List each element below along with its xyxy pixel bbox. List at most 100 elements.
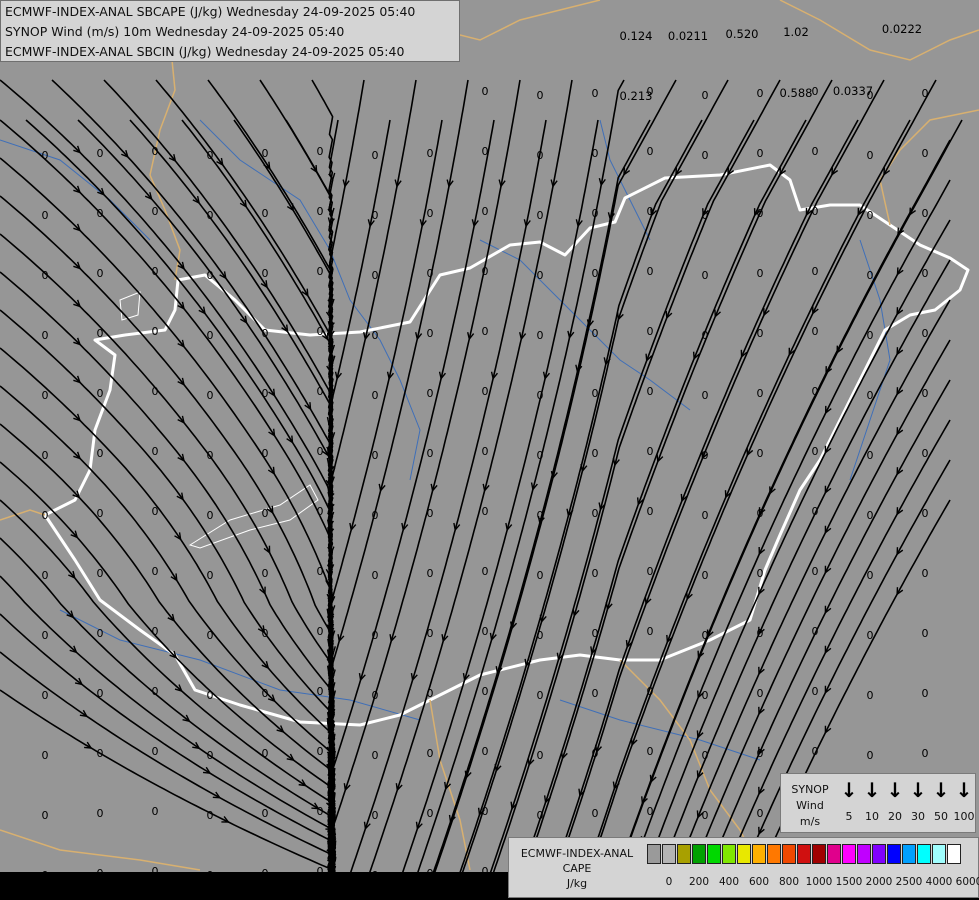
cape-value-label: 0.213: [620, 89, 653, 103]
cape-value-zero: 0: [42, 569, 49, 582]
cape-color-swatch: [737, 844, 751, 864]
cape-tick-label: 1000: [805, 876, 833, 888]
cape-value-zero: 0: [702, 149, 709, 162]
cape-value-zero: 0: [812, 625, 819, 638]
cape-value-zero: 0: [757, 147, 764, 160]
cape-value-zero: 0: [427, 147, 434, 160]
cape-value-zero: 0: [647, 325, 654, 338]
cape-value-zero: 0: [592, 567, 599, 580]
cape-tick-label: 600: [748, 876, 770, 888]
cape-value-zero: 0: [647, 625, 654, 638]
cape-value-zero: 0: [922, 687, 929, 700]
cape-legend-title-line1: ECMWF-INDEX-ANAL: [520, 847, 634, 860]
cape-value-zero: 0: [482, 625, 489, 638]
cape-value-zero: 0: [922, 627, 929, 640]
cape-value-label: 1.02: [783, 25, 809, 39]
cape-value-zero: 0: [702, 509, 709, 522]
cape-value-zero: 0: [867, 389, 874, 402]
cape-value-zero: 0: [42, 629, 49, 642]
cape-value-zero: 0: [867, 149, 874, 162]
cape-value-zero: 0: [702, 809, 709, 822]
cape-value-zero: 0: [427, 567, 434, 580]
cape-value-zero: 0: [427, 627, 434, 640]
cape-value-zero: 0: [427, 687, 434, 700]
cape-value-zero: 0: [42, 149, 49, 162]
cape-value-zero: 0: [757, 807, 764, 820]
cape-value-zero: 0: [537, 269, 544, 282]
cape-value-zero: 0: [537, 629, 544, 642]
cape-value-zero: 0: [482, 745, 489, 758]
cape-value-zero: 0: [427, 747, 434, 760]
cape-value-zero: 0: [262, 387, 269, 400]
cape-value-zero: 0: [262, 267, 269, 280]
cape-value-label: 0.0337: [833, 84, 873, 98]
cape-value-zero: 0: [207, 629, 214, 642]
cape-color-swatch: [932, 844, 946, 864]
cape-value-zero: 0: [427, 327, 434, 340]
cape-value-zero: 0: [317, 205, 324, 218]
cape-value-zero: 0: [867, 209, 874, 222]
cape-value-zero: 0: [97, 147, 104, 160]
cape-value-zero: 0: [482, 805, 489, 818]
cape-value-zero: 0: [317, 565, 324, 578]
cape-value-zero: 0: [372, 509, 379, 522]
cape-color-swatch: [872, 844, 886, 864]
cape-value-zero: 0: [152, 385, 159, 398]
cape-tick-label: 6000: [955, 876, 979, 888]
cape-value-zero: 0: [922, 267, 929, 280]
cape-value-zero: 0: [482, 445, 489, 458]
cape-value-zero: 0: [152, 445, 159, 458]
cape-value-zero: 0: [42, 329, 49, 342]
cape-value-zero: 0: [372, 269, 379, 282]
cape-value-zero: 0: [592, 207, 599, 220]
synop-speed-label: 20: [888, 810, 902, 823]
cape-value-zero: 0: [207, 329, 214, 342]
cape-value-zero: 0: [97, 807, 104, 820]
cape-value-zero: 0: [262, 147, 269, 160]
cape-value-zero: 0: [262, 207, 269, 220]
cape-value-zero: 0: [702, 569, 709, 582]
cape-tick-label: 4000: [925, 876, 953, 888]
cape-color-legend: ECMWF-INDEX-ANAL CAPE J/kg 0 200 400 600 800…: [508, 837, 979, 898]
wind-arrow-down-icon: ↓: [932, 778, 950, 802]
cape-value-zero: 0: [97, 627, 104, 640]
cape-value-zero: 0: [702, 389, 709, 402]
cape-value-zero: 0: [867, 689, 874, 702]
cape-value-zero: 0: [757, 687, 764, 700]
cape-value-zero: 0: [317, 145, 324, 158]
cape-tick-label: 2500: [895, 876, 923, 888]
cape-value-zero: 0: [207, 689, 214, 702]
cape-value-zero: 0: [97, 687, 104, 700]
cape-value-zero: 0: [812, 685, 819, 698]
cape-value-zero: 0: [42, 269, 49, 282]
cape-value-zero: 0: [482, 565, 489, 578]
cape-value-zero: 0: [482, 685, 489, 698]
cape-value-zero: 0: [537, 449, 544, 462]
cape-value-zero: 0: [207, 209, 214, 222]
wind-arrow-down-icon: ↓: [886, 778, 904, 802]
cape-value-zero: 0: [867, 329, 874, 342]
cape-value-zero: 0: [482, 205, 489, 218]
weather-map: 0 0 0 0 0 0 0 0 0 0 0 0 0 0 0 0 0 0 0 0 0 0 0 0 0 0 0 0 0 0 0 0 0 0 0 0 0 0 0 0…: [0, 0, 979, 900]
cape-value-zero: 0: [592, 87, 599, 100]
synop-speed-label: 5: [845, 810, 853, 823]
cape-color-swatch: [857, 844, 871, 864]
cape-value-zero: 0: [262, 447, 269, 460]
cape-value-zero: 0: [867, 509, 874, 522]
cape-value-zero: 0: [592, 267, 599, 280]
cape-color-swatch: [902, 844, 916, 864]
cape-value-zero: 0: [97, 267, 104, 280]
cape-value-zero: 0: [207, 509, 214, 522]
cape-value-zero: 0: [207, 449, 214, 462]
cape-value-zero: 0: [702, 629, 709, 642]
cape-value-zero: 0: [537, 89, 544, 102]
cape-value-zero: 0: [207, 809, 214, 822]
cape-value-zero: 0: [152, 325, 159, 338]
cape-value-zero: 0: [757, 747, 764, 760]
cape-value-zero: 0: [427, 267, 434, 280]
cape-color-swatch: [662, 844, 676, 864]
cape-value-zero: 0: [867, 269, 874, 282]
cape-value-zero: 0: [537, 569, 544, 582]
cape-tick-label: 800: [778, 876, 800, 888]
cape-value-zero: 0: [262, 807, 269, 820]
